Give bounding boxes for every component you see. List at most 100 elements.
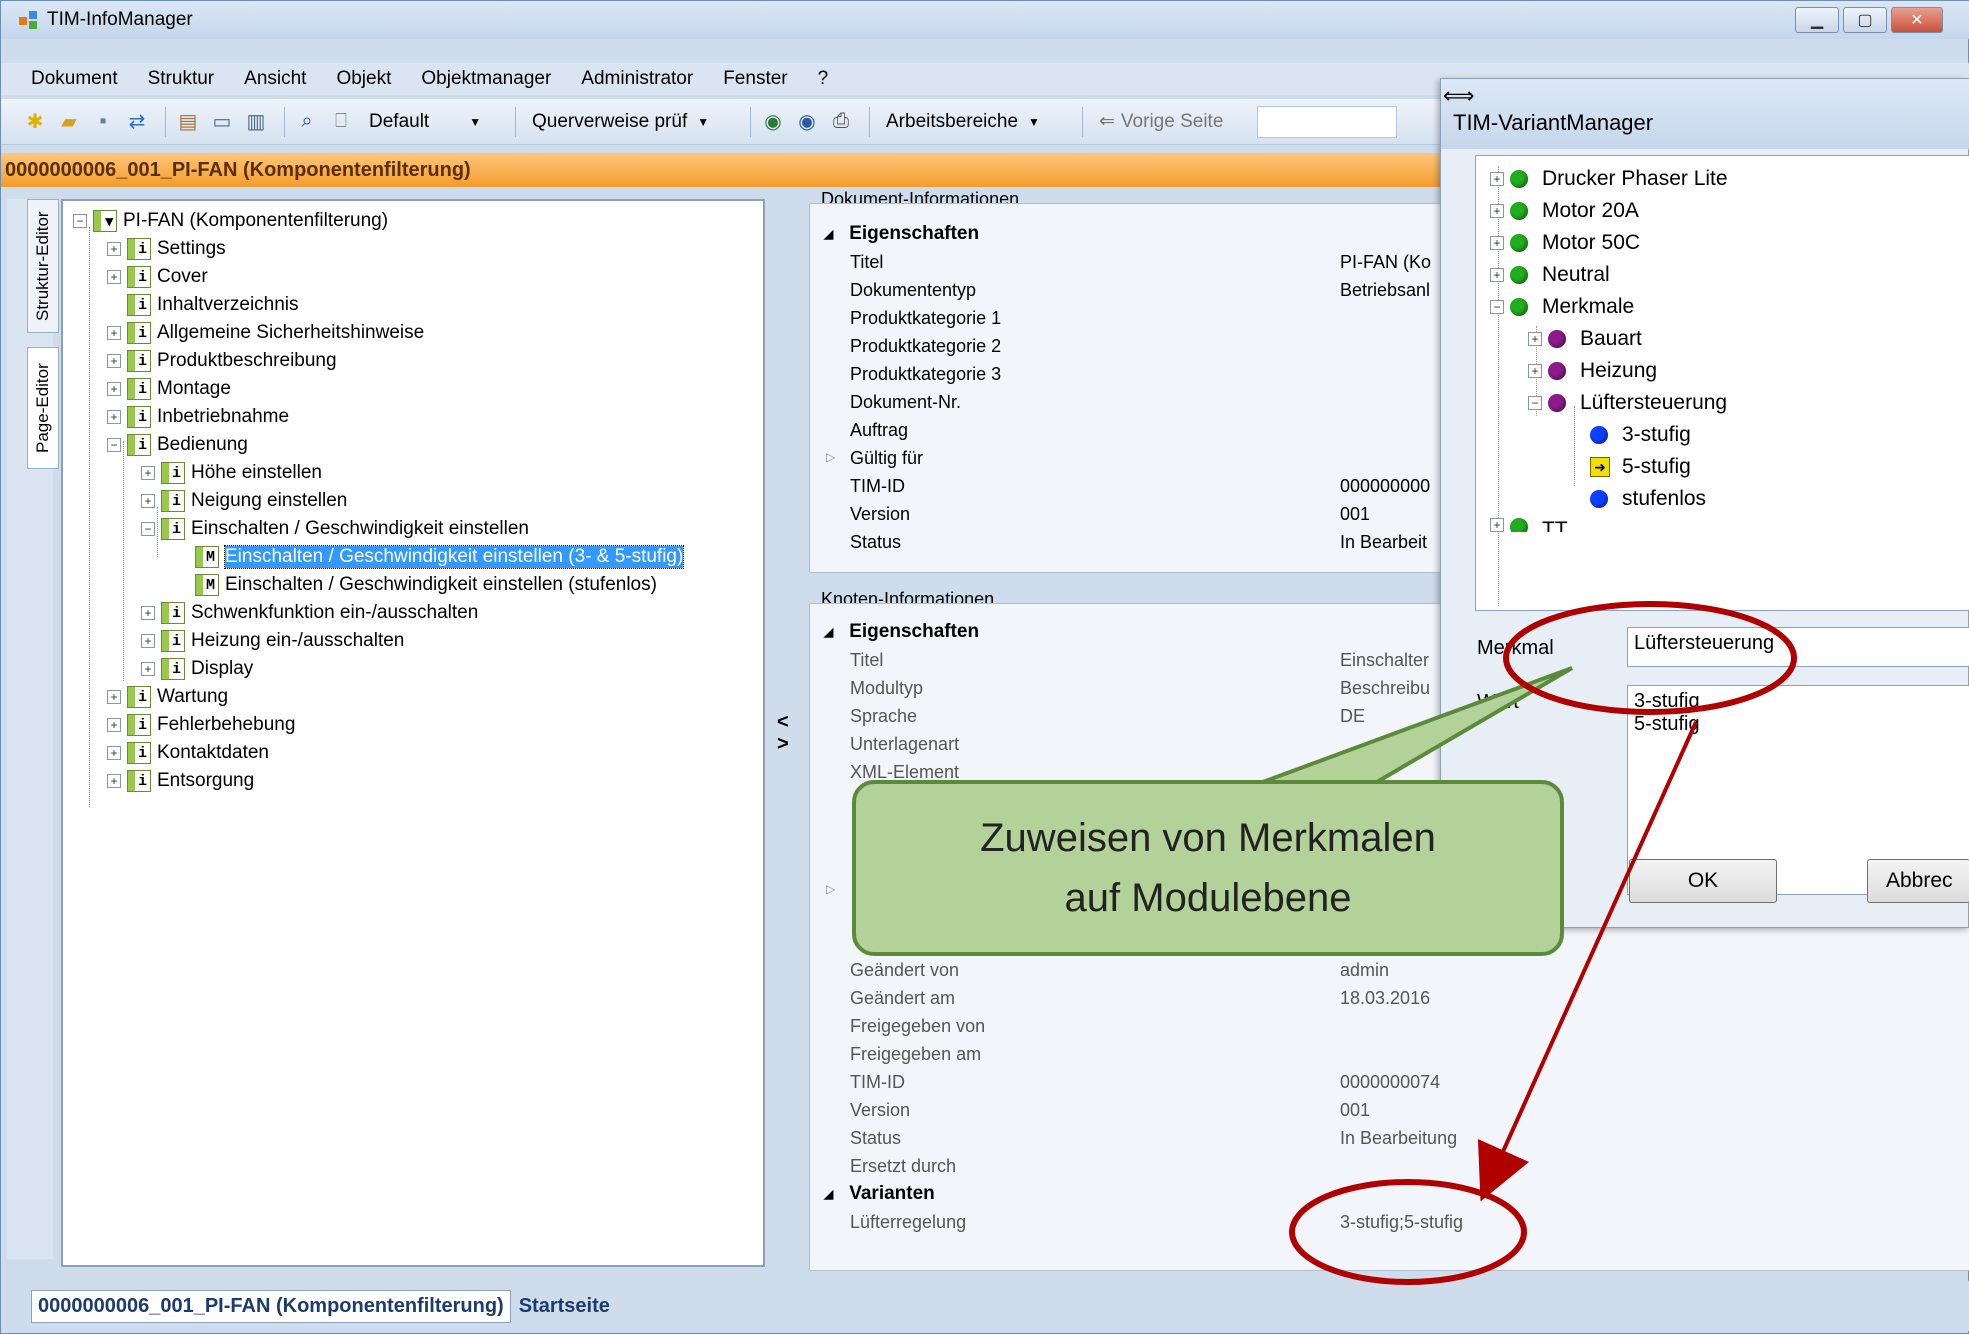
variant-node[interactable]: + TT bbox=[1490, 518, 1568, 532]
tree-item-settings[interactable]: + i Settings bbox=[107, 235, 226, 263]
cancel-button[interactable]: Abbrec bbox=[1867, 859, 1969, 903]
variants-group-header[interactable]: ◢ Varianten bbox=[824, 1180, 935, 1208]
menu-fenster[interactable]: Fenster bbox=[723, 68, 787, 90]
expand-icon[interactable]: + bbox=[107, 382, 121, 396]
expand-icon[interactable]: + bbox=[107, 746, 121, 760]
node-info-group-header[interactable]: ◢ Eigenschaften bbox=[824, 618, 979, 646]
tree-item-einschalten[interactable]: − i Einschalten / Geschwindigkeit einstell… bbox=[141, 515, 529, 543]
expand-icon[interactable]: + bbox=[107, 718, 121, 732]
variant-node[interactable]: + Motor 20A bbox=[1490, 196, 1639, 226]
menu-help[interactable]: ? bbox=[818, 68, 829, 90]
lock-icon[interactable]: ⎕ bbox=[327, 108, 355, 136]
save-icon[interactable]: ▪ bbox=[89, 108, 117, 136]
variant-row[interactable]: Lüfterregelung 3-stufig;5-stufig bbox=[850, 1208, 1969, 1236]
querverweise-combo[interactable]: Querverweise prüf ▼ bbox=[524, 106, 736, 138]
tree-item-display[interactable]: + i Display bbox=[141, 655, 253, 683]
variant-tree[interactable]: + Drucker Phaser Lite + Motor 20A + Motor 5… bbox=[1475, 155, 1969, 611]
expand-icon[interactable]: + bbox=[141, 494, 155, 508]
title-bar[interactable]: TIM-InfoManager bbox=[1, 1, 1969, 39]
maximize-button[interactable]: ▢ bbox=[1843, 7, 1887, 33]
variant-node[interactable]: + Bauart bbox=[1528, 324, 1642, 354]
variant-node[interactable]: + Drucker Phaser Lite bbox=[1490, 164, 1728, 194]
tree-item-schwenkfunktion[interactable]: + i Schwenkfunktion ein-/ausschalten bbox=[141, 599, 478, 627]
prop-row[interactable]: Ersetzt durch bbox=[850, 1152, 1969, 1180]
tab-page-editor[interactable]: Page-Editor bbox=[27, 347, 59, 469]
tree-item-heizung[interactable]: + i Heizung ein-/ausschalten bbox=[141, 627, 404, 655]
prop-row[interactable]: Geändert von admin bbox=[850, 956, 1969, 984]
menu-administrator[interactable]: Administrator bbox=[581, 68, 693, 90]
menu-struktur[interactable]: Struktur bbox=[148, 68, 215, 90]
expand-icon[interactable]: + bbox=[141, 466, 155, 480]
expand-icon[interactable]: + bbox=[107, 410, 121, 424]
tree-item-neigung[interactable]: + i Neigung einstellen bbox=[141, 487, 347, 515]
expand-triangle-icon[interactable]: ▷ bbox=[826, 882, 835, 896]
vorige-seite-button[interactable]: ⇐ Vorige Seite bbox=[1091, 106, 1251, 138]
menu-objektmanager[interactable]: Objektmanager bbox=[421, 68, 551, 90]
variant-node-lueftersteuerung[interactable]: − Lüftersteuerung bbox=[1528, 388, 1727, 418]
default-combo[interactable]: Default ▼ bbox=[361, 106, 501, 138]
tree-item-sicherheitshinweise[interactable]: + i Allgemeine Sicherheitshinweise bbox=[107, 319, 424, 347]
refresh-icon[interactable]: ⇄ bbox=[123, 108, 151, 136]
globe-icon[interactable]: ◉ bbox=[759, 108, 787, 136]
tab-startseite[interactable]: Startseite bbox=[511, 1291, 618, 1322]
variant-node-merkmale[interactable]: − Merkmale bbox=[1490, 292, 1634, 322]
tree-item-root[interactable]: − ▾ PI-FAN (Komponentenfilterung) bbox=[73, 207, 388, 235]
variant-node[interactable]: + Neutral bbox=[1490, 260, 1610, 290]
tree-item-fehlerbehebung[interactable]: + i Fehlerbehebung bbox=[107, 711, 295, 739]
tree-item-inhaltverzeichnis[interactable]: i Inhaltverzeichnis bbox=[127, 291, 299, 319]
collapse-right-icon[interactable]: > bbox=[777, 733, 789, 756]
expand-icon[interactable]: + bbox=[107, 326, 121, 340]
menu-ansicht[interactable]: Ansicht bbox=[244, 68, 306, 90]
tree-item-entsorgung[interactable]: + i Entsorgung bbox=[107, 767, 254, 795]
variant-node[interactable]: ➜ 5-stufig bbox=[1590, 452, 1691, 482]
expand-triangle-icon[interactable]: ▷ bbox=[826, 450, 835, 464]
merkmal-field[interactable]: Lüftersteuerung bbox=[1627, 627, 1969, 667]
menu-objekt[interactable]: Objekt bbox=[336, 68, 391, 90]
tree-item-hoehe[interactable]: + i Höhe einstellen bbox=[141, 459, 322, 487]
variant-node[interactable]: stufenlos bbox=[1590, 484, 1706, 514]
variant-node[interactable]: 3-stufig bbox=[1590, 420, 1691, 450]
open-folder-icon[interactable]: ▰ bbox=[55, 108, 83, 136]
search-icon[interactable]: ⌕ bbox=[293, 108, 321, 136]
minimize-button[interactable]: ▁ bbox=[1795, 7, 1839, 33]
globe-sync-icon[interactable]: ◉ bbox=[793, 108, 821, 136]
collapse-icon[interactable]: − bbox=[141, 522, 155, 536]
expand-icon[interactable]: + bbox=[107, 690, 121, 704]
variant-manager-title-bar[interactable]: ⟺ TIM-VariantManager bbox=[1441, 79, 1969, 149]
properties-icon[interactable]: ▤ bbox=[174, 108, 202, 136]
tab-struktur-editor[interactable]: Struktur-Editor bbox=[27, 199, 59, 333]
variant-node[interactable]: + Heizung bbox=[1528, 356, 1657, 386]
expand-icon[interactable]: + bbox=[141, 662, 155, 676]
expand-icon[interactable]: + bbox=[141, 634, 155, 648]
expand-icon[interactable]: + bbox=[107, 270, 121, 284]
collapse-icon[interactable]: − bbox=[1528, 396, 1542, 410]
prop-row[interactable]: Geändert am 18.03.2016 bbox=[850, 984, 1969, 1012]
expand-icon[interactable]: + bbox=[1490, 518, 1504, 532]
collapse-icon[interactable]: − bbox=[1490, 300, 1504, 314]
close-button[interactable]: ✕ bbox=[1891, 7, 1943, 33]
printer-icon[interactable]: ⎙ bbox=[827, 108, 855, 136]
arbeitsbereiche-combo[interactable]: Arbeitsbereiche ▼ bbox=[878, 106, 1068, 138]
wert-list-item[interactable]: 3-stufig bbox=[1634, 690, 1963, 713]
expand-icon[interactable]: + bbox=[141, 606, 155, 620]
tree-item-cover[interactable]: + i Cover bbox=[107, 263, 208, 291]
navigation-input[interactable] bbox=[1257, 105, 1397, 138]
expand-icon[interactable]: + bbox=[1490, 268, 1504, 282]
prop-row[interactable]: Version 001 bbox=[850, 1096, 1969, 1124]
prop-row[interactable]: TIM-ID 0000000074 bbox=[850, 1068, 1969, 1096]
expand-icon[interactable]: + bbox=[107, 774, 121, 788]
menu-dokument[interactable]: Dokument bbox=[31, 68, 118, 90]
tree-item-wartung[interactable]: + i Wartung bbox=[107, 683, 228, 711]
tree-item-einschalten-3-5-stufig[interactable]: M Einschalten / Geschwindigkeit einstelle… bbox=[195, 543, 685, 571]
tree-item-einschalten-stufenlos[interactable]: M Einschalten / Geschwindigkeit einstelle… bbox=[195, 571, 657, 599]
expand-icon[interactable]: + bbox=[1490, 236, 1504, 250]
wert-list-item[interactable]: 5-stufig bbox=[1634, 713, 1963, 736]
expand-icon[interactable]: + bbox=[1490, 204, 1504, 218]
structure-tree[interactable]: − ▾ PI-FAN (Komponentenfilterung) + i Settin… bbox=[61, 199, 765, 1267]
ok-button[interactable]: OK bbox=[1629, 859, 1777, 903]
variant-node[interactable]: + Motor 50C bbox=[1490, 228, 1640, 258]
collapse-left-icon[interactable]: < bbox=[777, 711, 789, 734]
expand-icon[interactable]: + bbox=[1528, 332, 1542, 346]
expand-icon[interactable]: + bbox=[107, 354, 121, 368]
collapse-icon[interactable]: − bbox=[107, 438, 121, 452]
